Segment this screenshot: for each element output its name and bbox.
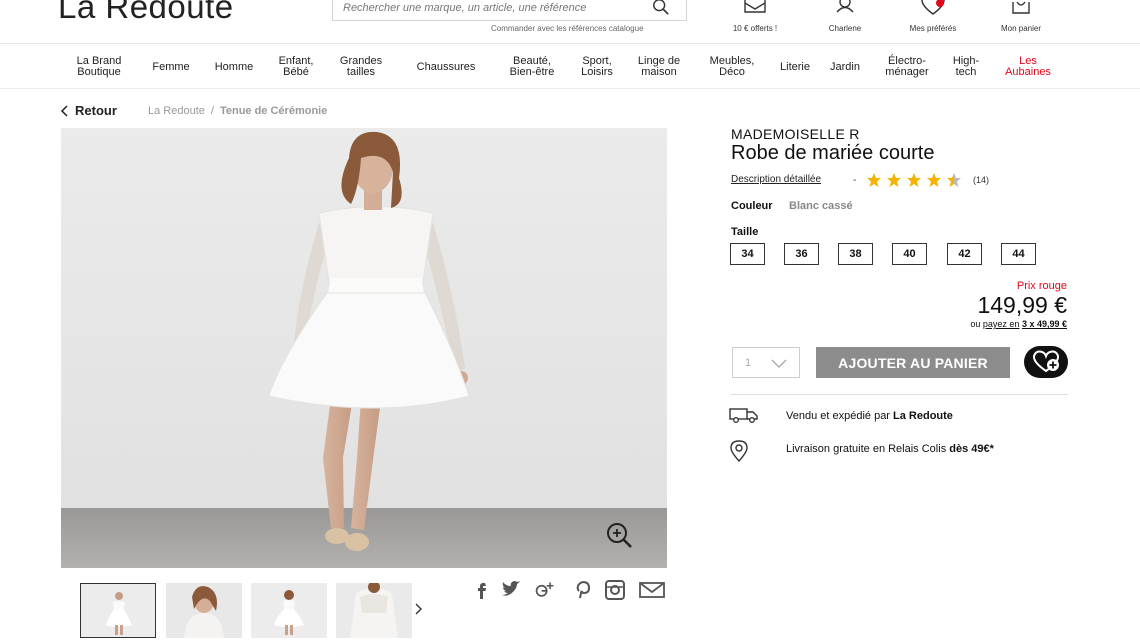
nav-item-meubles[interactable]: Meubles, Déco: [710, 45, 755, 89]
heart-plus-icon: [1032, 350, 1060, 373]
nav-item-electromenager[interactable]: Électro- ménager: [885, 45, 928, 89]
zoom-icon[interactable]: [604, 520, 634, 550]
back-label: Retour: [75, 103, 117, 118]
size-option-38[interactable]: 38: [838, 243, 873, 265]
chevron-right-icon: [415, 603, 422, 615]
installment-amount[interactable]: 3 x 49,99 €: [1022, 319, 1067, 329]
nav-item-femme[interactable]: Femme: [152, 45, 189, 89]
catalog-order-link[interactable]: Commander avec les références catalogue: [491, 24, 644, 33]
search-input[interactable]: [333, 0, 643, 19]
search-box[interactable]: [332, 0, 687, 21]
site-header: La Redoute Commander avec les références…: [0, 0, 1140, 44]
add-to-cart-button[interactable]: AJOUTER AU PANIER: [816, 347, 1010, 378]
product-brand[interactable]: MADEMOISELLE R: [731, 126, 860, 142]
description-link[interactable]: Description détaillée: [731, 174, 821, 185]
thumbnail-2[interactable]: [166, 583, 242, 638]
star-icon: [887, 173, 901, 187]
thumbnail-3[interactable]: [251, 583, 327, 638]
header-favorites[interactable]: Mes préférés: [898, 0, 968, 40]
facebook-icon[interactable]: [472, 580, 494, 600]
instagram-icon[interactable]: [604, 580, 626, 600]
nav-item-sport[interactable]: Sport, Loisirs: [581, 45, 613, 89]
chevron-left-icon: [60, 104, 68, 117]
logo[interactable]: La Redoute: [58, 0, 234, 26]
back-link[interactable]: Retour: [60, 103, 117, 118]
size-option-40[interactable]: 40: [892, 243, 927, 265]
installment-prefix: ou: [970, 319, 981, 329]
header-account[interactable]: Charlene: [810, 0, 880, 40]
bag-icon: [1012, 1, 1030, 14]
nav-item-enfant-bebe[interactable]: Enfant, Bébé: [279, 45, 314, 89]
star-half-icon: [947, 173, 961, 187]
size-option-34[interactable]: 34: [730, 243, 765, 265]
product-title: Robe de mariée courte: [731, 142, 935, 164]
add-to-wishlist-button[interactable]: [1024, 346, 1068, 378]
heart-icon: [921, 0, 945, 15]
nav-item-chaussures[interactable]: Chaussures: [417, 45, 476, 89]
nav-item-homme[interactable]: Homme: [215, 45, 254, 89]
shipping-delivery-threshold: dès 49€*: [949, 443, 994, 455]
installment-info: ou payez en 3 x 49,99 €: [970, 319, 1067, 329]
shipping-seller-name: La Redoute: [893, 410, 953, 422]
breadcrumb-separator: /: [210, 105, 214, 117]
nav-item-linge[interactable]: Linge de maison: [638, 45, 680, 89]
separator-dash: -: [853, 175, 857, 186]
pinterest-icon[interactable]: [572, 580, 594, 600]
breadcrumb-current[interactable]: Tenue de Cérémonie: [220, 105, 327, 117]
header-offer[interactable]: 10 € offerts !: [720, 0, 790, 40]
shipping-seller-text: Vendu et expédié par: [786, 410, 894, 422]
size-label: Taille: [731, 226, 759, 238]
header-account-label: Charlene: [828, 24, 862, 33]
nav-item-beaute[interactable]: Beauté, Bien-être: [510, 45, 555, 89]
nav-item-grandes-tailles[interactable]: Grandes tailles: [340, 45, 382, 89]
quantity-select[interactable]: 1: [732, 347, 800, 378]
review-count[interactable]: (14): [973, 175, 989, 185]
color-value: Blanc cassé: [789, 200, 853, 212]
nav-item-high-tech[interactable]: High- tech: [953, 45, 979, 89]
header-cart[interactable]: Mon panier: [986, 0, 1056, 40]
product-photo: [61, 128, 667, 568]
quantity-value: 1: [745, 357, 752, 369]
nav-item-aubaines[interactable]: Les Aubaines: [1005, 45, 1051, 89]
size-option-36[interactable]: 36: [784, 243, 819, 265]
star-icon: [867, 173, 881, 187]
google-plus-icon[interactable]: [534, 580, 556, 600]
nav-item-brand-boutique[interactable]: La Brand Boutique: [77, 45, 122, 89]
product-main-image[interactable]: [61, 128, 667, 568]
search-icon[interactable]: [652, 0, 670, 16]
main-nav: La Brand Boutique Femme Homme Enfant, Bé…: [0, 45, 1140, 89]
thumbnail-4[interactable]: [336, 583, 412, 638]
mail-icon[interactable]: [639, 580, 665, 600]
breadcrumb: La Redoute / Tenue de Cérémonie: [148, 105, 327, 117]
header-favorites-label: Mes préférés: [909, 24, 957, 33]
star-icon: [927, 173, 941, 187]
installment-link[interactable]: payez en: [983, 319, 1020, 329]
truck-icon: [729, 408, 758, 423]
location-pin-icon: [730, 440, 748, 462]
nav-item-jardin[interactable]: Jardin: [830, 45, 860, 89]
user-icon: [836, 0, 854, 13]
product-price: 149,99 €: [977, 292, 1067, 318]
breadcrumb-home[interactable]: La Redoute: [148, 105, 205, 117]
thumbnail-next-arrow[interactable]: [415, 602, 423, 618]
divider: [731, 394, 1068, 395]
header-offer-label: 10 € offerts !: [732, 24, 778, 33]
header-cart-label: Mon panier: [1000, 24, 1042, 33]
price-tag: Prix rouge: [1016, 280, 1067, 292]
nav-item-literie[interactable]: Literie: [780, 45, 810, 89]
thumbnail-1[interactable]: [80, 583, 156, 638]
star-icon: [907, 173, 921, 187]
color-label: Couleur: [731, 200, 773, 212]
size-option-44[interactable]: 44: [1001, 243, 1036, 265]
size-option-42[interactable]: 42: [947, 243, 982, 265]
envelope-icon: [744, 0, 766, 13]
twitter-icon[interactable]: [500, 580, 522, 600]
shipping-delivery-text: Livraison gratuite en Relais Colis: [786, 443, 950, 455]
chevron-down-icon: [771, 359, 787, 368]
